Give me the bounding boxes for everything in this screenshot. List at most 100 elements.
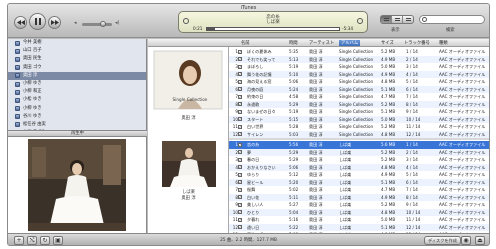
column-track[interactable]: トラック番号 [404,40,430,46]
track-checkbox[interactable]: ✓ [238,102,242,106]
previous-button[interactable] [14,16,27,29]
sidebar-item-playlist[interactable]: 今井 美樹 [8,39,146,47]
track-artist: 奥田 淳 [309,172,323,177]
track-checkbox[interactable]: ✓ [238,142,242,147]
track-checkbox[interactable]: ✓ [238,187,242,192]
track-checkbox[interactable]: ✓ [238,72,242,76]
track-name: 夢 [247,149,252,155]
sidebar-item-playlist[interactable]: 奥田 民生 [8,55,146,63]
table-row[interactable]: 12 ✓ サイレン 5:03 奥田 淳 Single Collection 4.8 MB 12… [229,130,489,138]
column-artist[interactable]: アーティスト [309,40,334,46]
track-index: 9 / 14 [406,109,418,114]
table-row[interactable]: 4 ✓ おかえりなさい 5:06 奥田 淳 しば楽 4.8 MB 4 / 14 AAC オーディ… [229,163,489,171]
track-checkbox[interactable]: ✓ [238,57,242,61]
table-row[interactable]: 11 ✓ 夕暮れ 5:16 奥田 淳 しば楽 5.0 MB 11 / 14 AAC オーディオフ… [229,216,489,224]
track-checkbox[interactable]: ✓ [238,172,242,177]
table-row[interactable]: 10 ✓ スタート 5:15 奥田 淳 Single Collection 5.0 MB 10… [229,115,489,123]
bottom-bar: + ⤭ ↻ ▣ 25 曲、2.2 時間、127.7 MB ディスクを作成 ◉ ⏏ [8,233,489,245]
now-playing-display[interactable]: 恋の糸 しば楽 0:21 -5:34 [178,11,368,33]
table-row[interactable]: 6 ✓ 星ビール 5:20 奥田 淳 しば楽 5.1 MB 6 / 14 AAC オーディオファ… [229,178,489,186]
track-checkbox[interactable]: ✓ [238,79,242,84]
table-row[interactable]: 9 ✓ ないまぜの日々 5:19 奥田 淳 Single Collection 5.1 MB… [229,108,489,116]
table-row[interactable]: 5 ✓ ゆらり 5:12 奥田 淳 しば楽 4.9 MB 5 / 14 AAC オーディオファイ… [229,171,489,179]
table-row[interactable]: 4 ✓ 舞う花の記憶 5:10 奥田 淳 Single Collection 4.9 MB 4… [229,70,489,78]
track-checkbox[interactable]: ✓ [238,117,242,121]
table-row[interactable]: 3 ✓ 春の日 5:29 奥田 淳 しば楽 5.2 MB 3 / 14 AAC オーディオファイ… [229,156,489,164]
table-row[interactable]: 12 ✓ 遠い日 5:22 奥田 淳 しば楽 5.1 MB 12 / 14 AAC オーディオフ… [229,223,489,231]
sidebar-item-playlist[interactable]: 小柳 ゆき [8,80,146,88]
view-selector[interactable] [380,15,414,24]
track-size: 4.8 MB [381,164,396,170]
track-kind: AAC オーディオファイル [439,172,486,177]
volume-slider[interactable] [82,21,112,27]
track-checkbox[interactable]: ✓ [238,210,242,214]
eq-display-icon[interactable] [357,18,363,24]
table-row[interactable]: 2 ✓ それでも笑って 5:13 奥田 淳 Single Collection 4.9 MB… [229,55,489,63]
table-row[interactable]: 8 ✓ 永遠歌 5:29 奥田 淳 Single Collection 5.2 MB 8 / … [229,100,489,108]
column-kind[interactable]: 種類 [439,40,448,46]
track-checkbox[interactable]: ✓ [238,94,242,99]
coverflow-view-button[interactable] [403,16,413,23]
track-checkbox[interactable]: ✓ [238,87,242,91]
sidebar-item-playlist[interactable]: 奥田 ゴウ [8,64,146,72]
list-view-button[interactable] [381,16,392,23]
sidebar-item-playlist[interactable]: 松任谷 由実 [8,121,146,129]
table-row[interactable]: 2 ✓ 夢 5:29 奥田 淳 しば楽 5.2 MB 2 / 14 AAC オーディオファイル [229,148,489,156]
view-label: 表示 [391,28,400,33]
track-index: 9 / 14 [406,202,418,207]
table-row[interactable]: 11 ✓ 白い世界 5:28 奥田 淳 Single Collection 5.2 MB 11… [229,123,489,131]
table-row[interactable]: 6 ✓ 月夜の庭 5:24 奥田 淳 Single Collection 5.1 MB 6 /… [229,85,489,93]
track-checkbox[interactable]: ✓ [238,217,242,222]
next-button[interactable] [48,16,61,29]
table-row[interactable]: 8 ✓ 白い花 5:11 奥田 淳 しば楽 4.9 MB 8 / 14 AAC オーディオファイ… [229,193,489,201]
table-row[interactable]: 9 ✓ 美しい人 5:27 奥田 淳 しば楽 5.2 MB 9 / 14 AAC オーディオファ… [229,201,489,209]
progress-bar[interactable] [206,27,340,31]
track-number: 11 [232,124,238,129]
column-time[interactable]: 時間 [289,40,298,46]
eject-button[interactable]: ⏏ [475,236,485,245]
sidebar-item-playlist[interactable]: 小柳 和正 [8,88,146,96]
track-checkbox[interactable]: ✓ [238,64,242,69]
track-kind: AAC オーディオファイル [439,109,486,114]
track-checkbox[interactable]: ✓ [238,132,242,136]
burn-disc-button[interactable]: ディスクを作成 [423,236,461,245]
artwork-header[interactable]: 再生中 [8,130,147,137]
table-row[interactable]: 7 ✓ 桜舞 5:02 奥田 淳 しば楽 4.7 MB 7 / 14 AAC オーディオファイル [229,186,489,194]
track-checkbox[interactable]: ✓ [238,195,242,199]
album-divider [229,138,489,140]
grid-view-button[interactable] [392,16,403,23]
track-time: 5:03 [289,131,299,137]
table-row[interactable]: 1 ✓ ぼくの夏休み 5:35 奥田 淳 Single Collection 5.2 MB 1… [229,48,489,56]
track-checkbox[interactable]: ✓ [238,124,242,129]
now-playing-artwork[interactable] [8,137,147,233]
column-name[interactable]: 名前 [241,40,250,46]
track-checkbox[interactable]: ✓ [238,49,242,54]
search-field[interactable] [419,15,485,24]
track-checkbox[interactable]: ✓ [238,109,242,114]
column-size[interactable]: サイズ [381,40,394,46]
column-album[interactable]: アルバム [339,40,361,46]
track-checkbox[interactable]: ✓ [238,157,242,162]
track-checkbox[interactable]: ✓ [238,150,242,154]
sidebar-item-playlist[interactable]: 小柳 ゆき [8,105,146,113]
sidebar-item-playlist[interactable]: 谷川 ゆき [8,113,146,121]
track-size: 4.9 MB [381,194,396,200]
table-row[interactable]: 5 ✓ 海の見える窓 5:06 奥田 淳 Single Collection 4.8 MB 5… [229,78,489,86]
track-checkbox[interactable]: ✓ [238,165,242,169]
sidebar-item-playlist[interactable]: 奥田 淳 [8,71,146,80]
sidebar-item-playlist[interactable]: 山口 百子 [8,47,146,55]
table-row[interactable]: 7 ✓ 約束の日 4:58 奥田 淳 Single Collection 4.7 MB 7 /… [229,93,489,101]
search-input[interactable] [429,17,481,23]
table-row[interactable]: 10 ✓ ひとり 5:04 奥田 淳 しば楽 4.8 MB 10 / 14 AAC オーディオフ… [229,208,489,216]
volume-knob[interactable] [100,21,106,27]
track-checkbox[interactable]: ✓ [238,202,242,207]
table-row[interactable]: 1 ✓ 恋の糸 5:56 奥田 淳 しば楽 5.6 MB 1 / 14 AAC オーディオファイ… [229,141,489,149]
visualizer-button[interactable]: ◉ [461,236,471,245]
sidebar-item-playlist[interactable]: 小松 ゆき [8,96,146,104]
table-row[interactable]: 3 ✓ まぼろし 5:19 奥田 淳 Single Collection 5.0 MB 3 /… [229,63,489,71]
track-checkbox[interactable]: ✓ [238,180,242,184]
track-checkbox[interactable]: ✓ [238,225,242,229]
playlist-icon [15,89,20,95]
track-size: 5.0 MB [381,217,396,222]
play-pause-button[interactable] [29,13,46,30]
